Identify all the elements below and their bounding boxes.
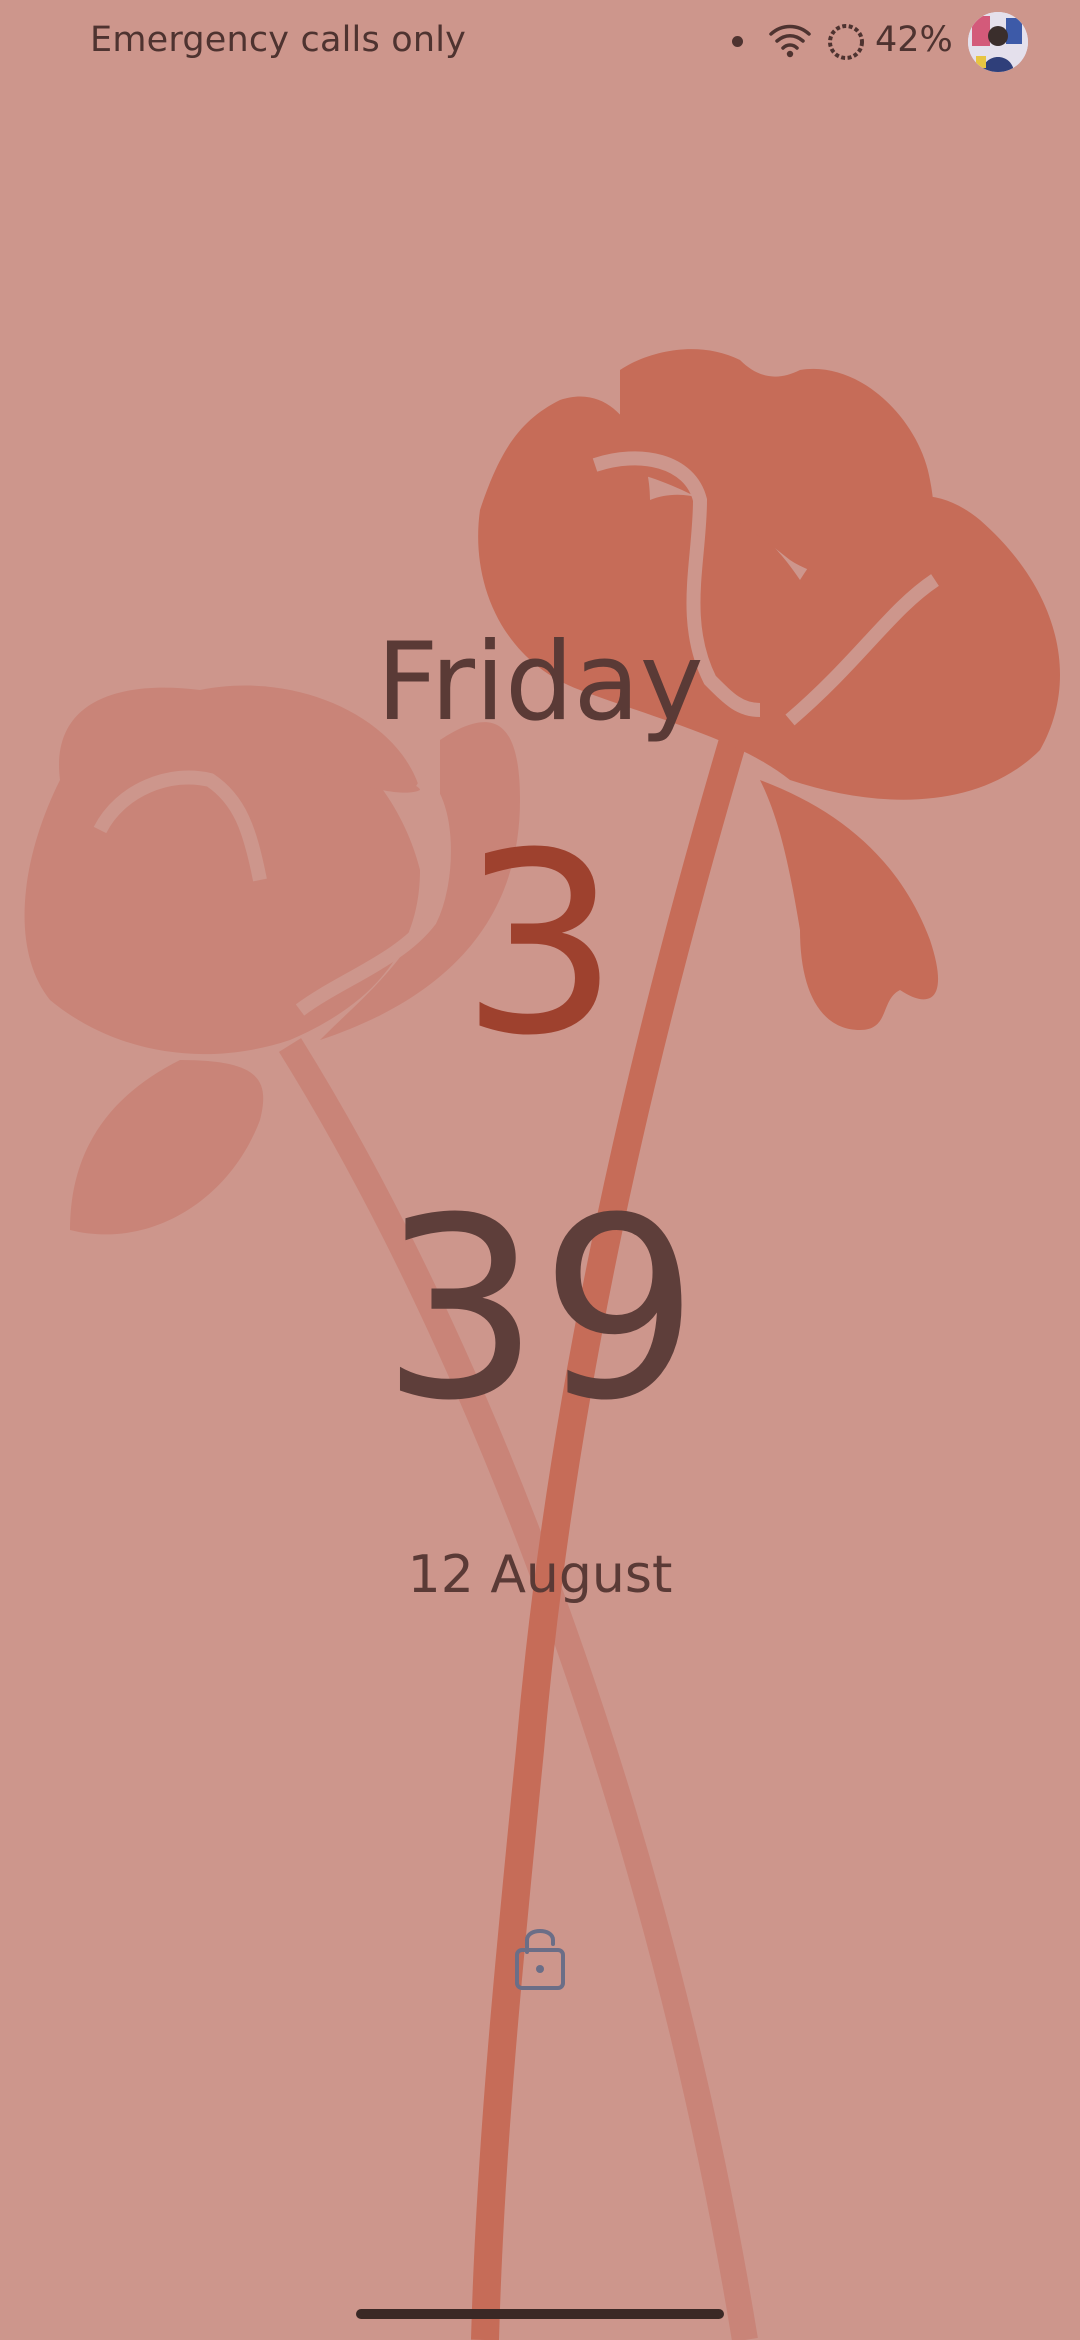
clock-hour: 3	[460, 799, 620, 1090]
notification-dot-icon	[732, 36, 743, 47]
clock-day: Friday	[376, 620, 704, 745]
avatar[interactable]	[968, 12, 1028, 72]
status-bar: Emergency calls only 42%	[0, 0, 1080, 84]
battery-percentage: 42%	[875, 20, 953, 60]
clock-minute: 39	[380, 1164, 700, 1455]
carrier-status-text: Emergency calls only	[90, 20, 467, 60]
lock-screen: Emergency calls only 42% Friday 3 39 12 …	[0, 0, 1080, 2340]
lock-icon[interactable]	[512, 1920, 568, 1992]
clock-date: 12 August	[407, 1545, 673, 1605]
wifi-icon	[769, 24, 811, 58]
battery-saver-icon	[828, 24, 864, 60]
home-indicator[interactable]	[356, 2309, 724, 2319]
